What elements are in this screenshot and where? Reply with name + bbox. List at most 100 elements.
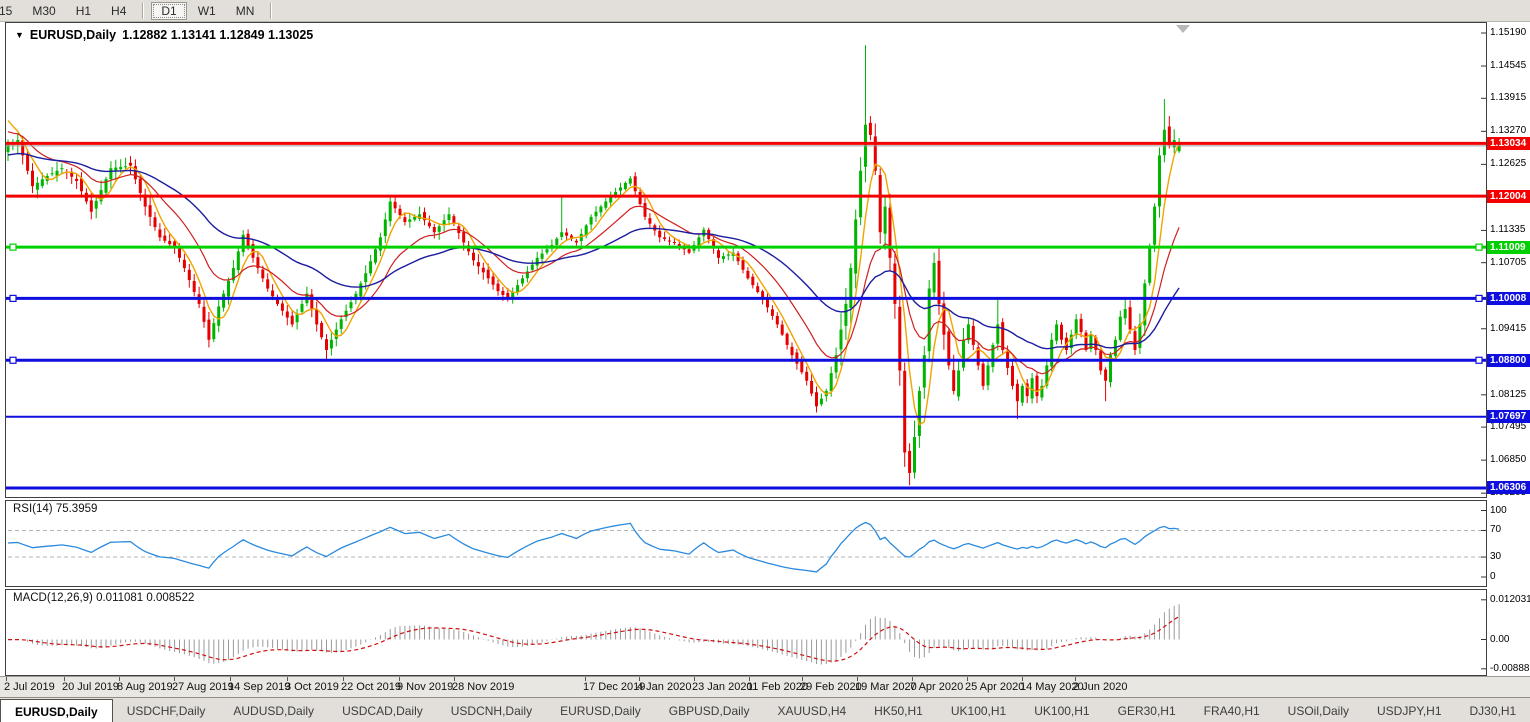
candle <box>987 365 990 385</box>
price-tick-label: 1.10705 <box>1490 257 1526 268</box>
chart-shift-marker-icon[interactable] <box>1176 25 1190 33</box>
timeframe-button-M15[interactable]: 15 <box>0 3 21 19</box>
chart-tab-EURUSD-Daily[interactable]: EURUSD,Daily <box>0 699 113 722</box>
candle <box>815 392 818 406</box>
candle <box>595 212 598 217</box>
macd-panel[interactable]: MACD(12,26,9) 0.011081 0.008522 <box>5 589 1487 676</box>
candle <box>746 271 749 278</box>
price-tick-label: 1.09415 <box>1490 323 1526 334</box>
candle <box>962 340 965 368</box>
date-label: 4 Jan 2020 <box>637 681 691 693</box>
hline-anchor-handle[interactable] <box>1476 244 1482 250</box>
date-label: 28 Nov 2019 <box>452 681 514 693</box>
hline-anchor-handle[interactable] <box>1476 295 1482 301</box>
candle <box>403 217 406 222</box>
timeframe-button-H1[interactable]: H1 <box>67 3 100 19</box>
chart-tab-USDJPY-H1[interactable]: USDJPY,H1 <box>1363 698 1455 722</box>
candle <box>95 201 98 209</box>
candlestick-chart[interactable] <box>6 23 1486 497</box>
price-badge-1.07697: 1.07697 <box>1487 410 1530 423</box>
price-chart-panel[interactable]: ▼ EURUSD,Daily 1.12882 1.13141 1.12849 1… <box>5 22 1487 498</box>
chart-tab-HK50-H1[interactable]: HK50,H1 <box>860 698 937 722</box>
candle <box>296 314 299 322</box>
candle <box>1060 325 1063 340</box>
candle <box>183 260 186 268</box>
candle <box>168 241 171 244</box>
candle <box>433 227 436 232</box>
price-badge-1.08800: 1.08800 <box>1487 354 1530 367</box>
rsi-panel[interactable]: RSI(14) 75.3959 <box>5 500 1487 587</box>
timeframe-button-MN[interactable]: MN <box>227 3 264 19</box>
candle <box>139 179 142 193</box>
chart-tab-XAUUSD-H4[interactable]: XAUUSD,H4 <box>763 698 860 722</box>
chart-tab-FRA40-H1[interactable]: FRA40,H1 <box>1190 698 1274 722</box>
candle <box>1050 340 1053 367</box>
candle <box>1016 384 1019 401</box>
candle <box>805 372 808 381</box>
price-badge-1.12004: 1.12004 <box>1487 190 1530 203</box>
candle <box>751 277 754 285</box>
rsi-label: RSI(14) 75.3959 <box>13 503 97 515</box>
price-badge-1.11009: 1.11009 <box>1487 241 1530 254</box>
chart-tab-USDCAD-Daily[interactable]: USDCAD,Daily <box>328 698 437 722</box>
hline-anchor-handle[interactable] <box>10 357 16 363</box>
toolbar-separator <box>142 3 144 19</box>
hline-anchor-handle[interactable] <box>1476 357 1482 363</box>
candle <box>1148 248 1151 283</box>
chart-tab-USDCNH-Daily[interactable]: USDCNH,Daily <box>437 698 546 722</box>
candle <box>301 304 304 312</box>
candle <box>1124 309 1127 318</box>
candle <box>982 364 985 386</box>
timeframe-button-H4[interactable]: H4 <box>102 3 135 19</box>
macd-label: MACD(12,26,9) 0.011081 0.008522 <box>13 592 194 604</box>
chart-tab-UK100-H1[interactable]: UK100,H1 <box>937 698 1020 722</box>
timeframe-button-W1[interactable]: W1 <box>189 3 225 19</box>
candle <box>629 178 632 183</box>
hline-anchor-handle[interactable] <box>10 295 16 301</box>
chart-tab-EURUSD-Daily[interactable]: EURUSD,Daily <box>546 698 655 722</box>
chart-tab-USDCHF-Daily[interactable]: USDCHF,Daily <box>113 698 220 722</box>
rsi-chart <box>6 501 1486 586</box>
chart-tab-DJ30-H1[interactable]: DJ30,H1 <box>1456 698 1530 722</box>
timeframe-button-M30[interactable]: M30 <box>23 3 64 19</box>
candle <box>1036 376 1039 396</box>
candle <box>1055 324 1058 340</box>
hline-anchor-handle[interactable] <box>10 244 16 250</box>
candle <box>1001 322 1004 350</box>
candle <box>639 192 642 204</box>
chart-tab-UK100-H1[interactable]: UK100,H1 <box>1020 698 1103 722</box>
price-tick-label: 1.12625 <box>1490 158 1526 169</box>
date-label: 7 Apr 2020 <box>910 681 963 693</box>
chart-dropdown-icon[interactable]: ▼ <box>15 30 24 40</box>
candle <box>237 251 240 270</box>
candle <box>340 319 343 329</box>
candle <box>482 268 485 273</box>
candle <box>492 276 495 284</box>
candle <box>438 226 441 232</box>
candle <box>207 320 210 340</box>
chart-tab-GER30-H1[interactable]: GER30,H1 <box>1104 698 1190 722</box>
chart-tab-AUDUSD-Daily[interactable]: AUDUSD,Daily <box>219 698 328 722</box>
candle <box>413 217 416 220</box>
candle <box>795 352 798 363</box>
date-label: 14 Sep 2019 <box>228 681 290 693</box>
macd-chart <box>6 590 1486 675</box>
chart-tab-USOil-Daily[interactable]: USOil,Daily <box>1274 698 1363 722</box>
candle <box>31 171 34 186</box>
candle <box>364 273 367 282</box>
candle <box>389 201 392 221</box>
candle <box>604 201 607 207</box>
candle <box>261 270 264 279</box>
candle <box>56 171 59 176</box>
candle <box>359 283 362 296</box>
candle <box>1104 369 1107 380</box>
candles <box>7 45 1181 485</box>
candle <box>154 217 157 227</box>
price-tick-label: 1.13915 <box>1490 92 1526 103</box>
candle <box>193 281 196 292</box>
chart-tab-GBPUSD-Daily[interactable]: GBPUSD,Daily <box>655 698 764 722</box>
timeframe-button-D1[interactable]: D1 <box>151 2 186 20</box>
candle <box>889 208 892 258</box>
price-tick-label: 1.14545 <box>1490 60 1526 71</box>
candle <box>501 291 504 295</box>
